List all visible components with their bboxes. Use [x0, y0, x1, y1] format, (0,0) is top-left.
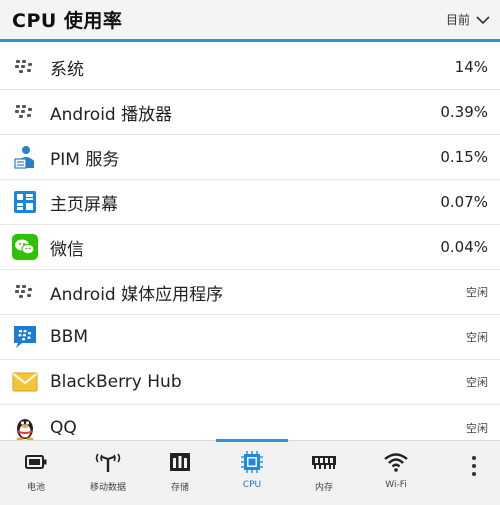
- tab-label: 存储: [170, 483, 189, 493]
- app-name: QQ: [50, 417, 77, 438]
- pim-service-icon: [12, 144, 38, 170]
- home-screen-grid-icon: [12, 189, 38, 215]
- cpu-usage-value: 0.07%: [440, 193, 488, 211]
- app-name: 系统: [50, 59, 84, 80]
- mobile-data-antenna-icon: [93, 451, 123, 473]
- tab-cpu[interactable]: CPU: [216, 439, 288, 505]
- tab-label: CPU: [242, 480, 262, 490]
- app-name: 主页屏幕: [50, 194, 118, 215]
- header-bar: CPU 使用率 目前: [0, 0, 500, 42]
- tab-label: 移动数据: [89, 483, 126, 493]
- blackberry-hub-icon: [12, 369, 38, 395]
- app-usage-list: 系统 14% Android 播放器 0.39% PIM 服务 0.15% 主页…: [0, 45, 500, 450]
- cpu-usage-value: 空闲: [466, 376, 488, 389]
- cpu-usage-value: 0.15%: [440, 148, 488, 166]
- app-name: PIM 服务: [50, 149, 120, 170]
- app-name: Android 播放器: [50, 104, 173, 125]
- qq-penguin-icon: [12, 415, 38, 441]
- list-item-pim-service[interactable]: PIM 服务 0.15%: [0, 135, 500, 180]
- list-item-android-player[interactable]: Android 播放器 0.39%: [0, 90, 500, 135]
- tab-label: Wi-Fi: [385, 480, 407, 490]
- list-item-android-media[interactable]: Android 媒体应用程序 空闲: [0, 270, 500, 315]
- app-name: Android 媒体应用程序: [50, 284, 224, 305]
- time-filter-dropdown[interactable]: 目前: [446, 11, 490, 28]
- time-filter-label: 目前: [445, 13, 470, 27]
- wechat-icon: [12, 234, 38, 260]
- list-item-blackberry-hub[interactable]: BlackBerry Hub 空闲: [0, 360, 500, 405]
- tab-mobile-data[interactable]: 移动数据: [72, 441, 144, 505]
- cpu-usage-value: 空闲: [466, 286, 488, 299]
- cpu-usage-value: 14%: [454, 58, 488, 76]
- chevron-down-icon: [476, 15, 490, 24]
- cpu-usage-value: 0.04%: [440, 238, 488, 256]
- list-item-bbm[interactable]: BBM 空闲: [0, 315, 500, 360]
- battery-icon: [25, 451, 47, 473]
- more-options-icon[interactable]: [472, 456, 478, 476]
- tab-battery[interactable]: 电池: [0, 441, 72, 505]
- cpu-usage-value: 空闲: [466, 421, 488, 435]
- tab-memory[interactable]: 内存: [288, 441, 360, 505]
- bottom-tab-bar: 电池 移动数据 存储 CPU 内存 Wi-Fi: [0, 439, 500, 505]
- app-name: BBM: [50, 327, 88, 347]
- storage-icon: [169, 451, 191, 473]
- page-title: CPU 使用率: [12, 10, 123, 32]
- blackberry-dots-icon: [12, 54, 38, 80]
- list-item-system[interactable]: 系统 14%: [0, 45, 500, 90]
- memory-icon: [311, 451, 337, 473]
- tab-label: 电池: [26, 483, 45, 493]
- app-name: 微信: [50, 239, 84, 260]
- blackberry-dots-icon: [12, 99, 38, 125]
- wifi-icon: [383, 451, 409, 473]
- blackberry-dots-icon: [12, 279, 38, 305]
- cpu-chip-icon: [240, 451, 264, 473]
- app-name: BlackBerry Hub: [50, 372, 182, 392]
- cpu-usage-value: 0.39%: [440, 103, 488, 121]
- tab-storage[interactable]: 存储: [144, 441, 216, 505]
- cpu-usage-value: 空闲: [466, 331, 488, 344]
- list-item-home-screen[interactable]: 主页屏幕 0.07%: [0, 180, 500, 225]
- bbm-icon: [12, 324, 38, 350]
- tab-wifi[interactable]: Wi-Fi: [360, 441, 432, 505]
- list-item-wechat[interactable]: 微信 0.04%: [0, 225, 500, 270]
- tab-label: 内存: [314, 483, 333, 493]
